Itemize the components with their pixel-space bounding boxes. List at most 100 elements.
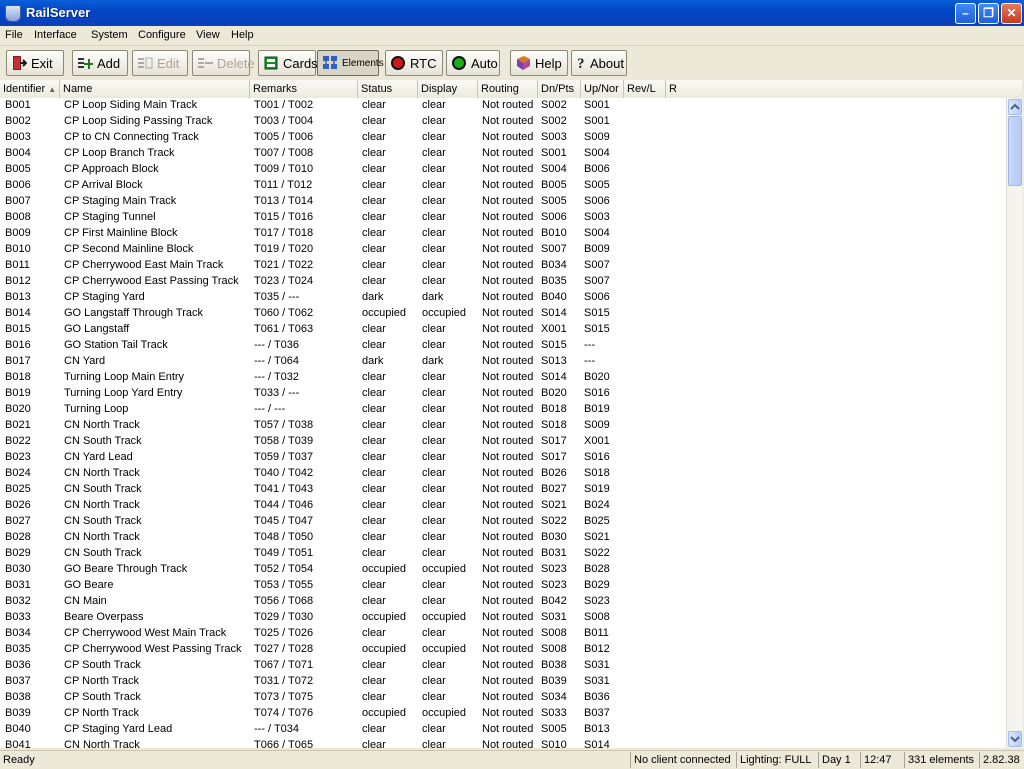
- cell-display: dark: [422, 291, 444, 303]
- table-row[interactable]: B031 GO Beare T053 / T055 clear clear Not rou…: [0, 577, 1006, 593]
- cell-routing: Not routed: [482, 259, 534, 271]
- table-row[interactable]: B006 CP Arrival Block T011 / T012 clear clea…: [0, 177, 1006, 193]
- table-row[interactable]: B021 CN North Track T057 / T038 clear clear N…: [0, 417, 1006, 433]
- table-row[interactable]: B004 CP Loop Branch Track T007 / T008 clear…: [0, 145, 1006, 161]
- exit-button[interactable]: Exit: [6, 50, 64, 76]
- col-r[interactable]: R: [666, 80, 1022, 98]
- cell-status: clear: [362, 659, 386, 671]
- vertical-scrollbar[interactable]: [1006, 98, 1023, 748]
- scroll-thumb[interactable]: [1008, 116, 1022, 186]
- table-row[interactable]: B001 CP Loop Siding Main Track T001 / T002…: [0, 98, 1006, 113]
- cell-remarks: T015 / T016: [254, 211, 314, 223]
- delete-icon: [197, 55, 213, 71]
- table-row[interactable]: B034 CP Cherrywood West Main Track T025 / …: [0, 625, 1006, 641]
- help-button[interactable]: Help: [510, 50, 568, 76]
- table-row[interactable]: B015 GO Langstaff T061 / T063 clear clear Not…: [0, 321, 1006, 337]
- cell-name: CN Yard Lead: [64, 451, 133, 463]
- table-row[interactable]: B019 Turning Loop Yard Entry T033 / --- cle…: [0, 385, 1006, 401]
- table-row[interactable]: B025 CN South Track T041 / T043 clear clear N…: [0, 481, 1006, 497]
- table-row[interactable]: B028 CN North Track T048 / T050 clear clear N…: [0, 529, 1006, 545]
- rtc-button[interactable]: RTC: [385, 50, 443, 76]
- col-remarks[interactable]: Remarks: [250, 80, 358, 98]
- table-row[interactable]: B032 CN Main T056 / T068 clear clear Not rout…: [0, 593, 1006, 609]
- table-row[interactable]: B007 CP Staging Main Track T013 / T014 clea…: [0, 193, 1006, 209]
- cell-display: clear: [422, 499, 446, 511]
- cell-display: occupied: [422, 643, 467, 655]
- elements-label: Elements: [342, 57, 384, 69]
- cell-routing: Not routed: [482, 355, 534, 367]
- edit-button[interactable]: Edit: [132, 50, 188, 76]
- table-row[interactable]: B040 CP Staging Yard Lead --- / T034 clear c…: [0, 721, 1006, 737]
- menu-interface[interactable]: Interface: [34, 29, 77, 41]
- minimize-button[interactable]: –: [955, 3, 976, 24]
- table-row[interactable]: B037 CP North Track T031 / T072 clear clear N…: [0, 673, 1006, 689]
- cell-remarks: T040 / T042: [254, 467, 314, 479]
- table-row[interactable]: B022 CN South Track T058 / T039 clear clear N…: [0, 433, 1006, 449]
- table-row[interactable]: B013 CP Staging Yard T035 / --- dark dark Not…: [0, 289, 1006, 305]
- cell-identifier: B021: [5, 419, 31, 431]
- table-row[interactable]: B024 CN North Track T040 / T042 clear clear N…: [0, 465, 1006, 481]
- menu-system[interactable]: System: [91, 29, 128, 41]
- cell-status: clear: [362, 675, 386, 687]
- menu-help[interactable]: Help: [231, 29, 254, 41]
- col-name[interactable]: Name: [60, 80, 250, 98]
- cell-identifier: B003: [5, 131, 31, 143]
- menu-view[interactable]: View: [196, 29, 220, 41]
- about-button[interactable]: ? About: [571, 50, 627, 76]
- cell-dn-pts: B005: [541, 179, 567, 191]
- cell-identifier: B012: [5, 275, 31, 287]
- table-row[interactable]: B012 CP Cherrywood East Passing Track T023…: [0, 273, 1006, 289]
- table-row[interactable]: B036 CP South Track T067 / T071 clear clear N…: [0, 657, 1006, 673]
- app-icon: [5, 5, 21, 22]
- cell-identifier: B002: [5, 115, 31, 127]
- table-row[interactable]: B026 CN North Track T044 / T046 clear clear N…: [0, 497, 1006, 513]
- table-row[interactable]: B039 CP North Track T074 / T076 occupied occ…: [0, 705, 1006, 721]
- table-row[interactable]: B016 GO Station Tail Track --- / T036 clear…: [0, 337, 1006, 353]
- scroll-up-button[interactable]: [1008, 99, 1022, 115]
- auto-button[interactable]: Auto: [446, 50, 500, 76]
- table-row[interactable]: B035 CP Cherrywood West Passing Track T027…: [0, 641, 1006, 657]
- table-row[interactable]: B008 CP Staging Tunnel T015 / T016 clear cle…: [0, 209, 1006, 225]
- menu-file[interactable]: File: [5, 29, 23, 41]
- table-row[interactable]: B027 CN South Track T045 / T047 clear clear N…: [0, 513, 1006, 529]
- col-dn-pts[interactable]: Dn/Pts: [538, 80, 581, 98]
- col-display[interactable]: Display: [418, 80, 478, 98]
- restore-button[interactable]: ❐: [978, 3, 999, 24]
- table-row[interactable]: B041 CN North Track T066 / T065 clear clear N…: [0, 737, 1006, 748]
- elements-button[interactable]: Elements: [317, 50, 384, 76]
- table-row[interactable]: B018 Turning Loop Main Entry --- / T032 cle…: [0, 369, 1006, 385]
- cell-remarks: T001 / T002: [254, 99, 314, 111]
- cell-name: CP Staging Yard Lead: [64, 723, 173, 735]
- cell-dn-pts: S022: [541, 515, 567, 527]
- cell-up-nor: S004: [584, 147, 610, 159]
- cell-routing: Not routed: [482, 179, 534, 191]
- table-row[interactable]: B029 CN South Track T049 / T051 clear clear N…: [0, 545, 1006, 561]
- col-status[interactable]: Status: [358, 80, 418, 98]
- cell-name: GO Langstaff: [64, 323, 130, 335]
- table-row[interactable]: B014 GO Langstaff Through Track T060 / T06…: [0, 305, 1006, 321]
- table-row[interactable]: B010 CP Second Mainline Block T019 / T020 c…: [0, 241, 1006, 257]
- col-up-nor[interactable]: Up/Nor: [581, 80, 624, 98]
- col-routing[interactable]: Routing: [478, 80, 538, 98]
- table-row[interactable]: B009 CP First Mainline Block T017 / T018 cl…: [0, 225, 1006, 241]
- table-row[interactable]: B011 CP Cherrywood East Main Track T021 / …: [0, 257, 1006, 273]
- table-row[interactable]: B030 GO Beare Through Track T052 / T054 occ…: [0, 561, 1006, 577]
- col-identifier[interactable]: Identifier ▲: [0, 80, 60, 98]
- add-button[interactable]: Add: [72, 50, 128, 76]
- table-row[interactable]: B020 Turning Loop --- / --- clear clear Not r…: [0, 401, 1006, 417]
- table-row[interactable]: B005 CP Approach Block T009 / T010 clear cle…: [0, 161, 1006, 177]
- delete-button[interactable]: Delete: [192, 50, 255, 76]
- table-row[interactable]: B038 CP South Track T073 / T075 clear clear N…: [0, 689, 1006, 705]
- close-button[interactable]: ✕: [1001, 3, 1022, 24]
- menu-configure[interactable]: Configure: [138, 29, 186, 41]
- table-row[interactable]: B003 CP to CN Connecting Track T005 / T006…: [0, 129, 1006, 145]
- table-row[interactable]: B002 CP Loop Siding Passing Track T003 / T…: [0, 113, 1006, 129]
- table-row[interactable]: B033 Beare Overpass T029 / T030 occupied occ…: [0, 609, 1006, 625]
- cell-routing: Not routed: [482, 243, 534, 255]
- table-row[interactable]: B017 CN Yard --- / T064 dark dark Not routed S…: [0, 353, 1006, 369]
- table-row[interactable]: B023 CN Yard Lead T059 / T037 clear clear Not…: [0, 449, 1006, 465]
- cards-button[interactable]: Cards: [258, 50, 318, 76]
- col-rev-l[interactable]: Rev/L: [624, 80, 666, 98]
- scroll-down-button[interactable]: [1008, 731, 1022, 747]
- cell-name: CP North Track: [64, 707, 139, 719]
